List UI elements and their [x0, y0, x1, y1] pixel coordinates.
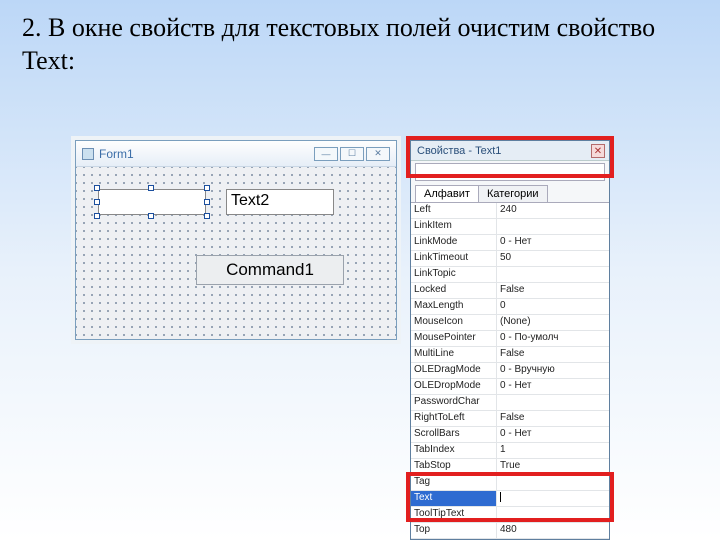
resize-handle[interactable] [148, 185, 154, 191]
property-name: Text [411, 491, 497, 506]
form-design-surface[interactable]: Text2 Command1 [76, 167, 396, 339]
property-name: ScrollBars [411, 427, 497, 442]
property-row[interactable]: TabIndex1 [411, 443, 609, 459]
property-value[interactable] [497, 267, 609, 282]
property-name: OLEDragMode [411, 363, 497, 378]
property-value[interactable]: 1 [497, 443, 609, 458]
property-grid[interactable]: Left240LinkItemLinkMode0 - НетLinkTimeou… [411, 202, 609, 539]
tab-categories[interactable]: Категории [478, 185, 548, 202]
property-name: MaxLength [411, 299, 497, 314]
property-name: LinkTimeout [411, 251, 497, 266]
property-row[interactable]: LinkTimeout50 [411, 251, 609, 267]
property-value[interactable] [497, 219, 609, 234]
property-name: ToolTipText [411, 507, 497, 522]
property-value[interactable]: 50 [497, 251, 609, 266]
property-row[interactable]: OLEDropMode0 - Нет [411, 379, 609, 395]
property-row[interactable]: TabStopTrue [411, 459, 609, 475]
property-value[interactable]: (None) [497, 315, 609, 330]
property-value[interactable] [497, 475, 609, 490]
property-value[interactable]: 0 [497, 299, 609, 314]
properties-close-button[interactable]: ✕ [591, 144, 605, 158]
property-row[interactable]: Left240 [411, 203, 609, 219]
textbox-text1[interactable] [98, 189, 206, 215]
properties-title-text: Свойства - Text1 [417, 145, 501, 157]
form-caption: Form1 [99, 147, 309, 161]
object-selector[interactable] [415, 163, 605, 181]
close-button[interactable]: ✕ [366, 147, 390, 161]
property-value[interactable] [497, 507, 609, 522]
maximize-button[interactable]: ☐ [340, 147, 364, 161]
slide-title: 2. В окне свойств для текстовых полей оч… [22, 12, 698, 77]
property-value[interactable]: 0 - Вручную [497, 363, 609, 378]
form-icon [82, 148, 94, 160]
property-row[interactable]: Top480 [411, 523, 609, 539]
property-name: LinkMode [411, 235, 497, 250]
property-name: Tag [411, 475, 497, 490]
property-value[interactable]: 0 - Нет [497, 379, 609, 394]
property-value[interactable]: False [497, 347, 609, 362]
property-name: RightToLeft [411, 411, 497, 426]
property-name: TabIndex [411, 443, 497, 458]
property-name: Left [411, 203, 497, 218]
resize-handle[interactable] [94, 213, 100, 219]
property-name: Locked [411, 283, 497, 298]
property-name: MouseIcon [411, 315, 497, 330]
property-row[interactable]: MultiLineFalse [411, 347, 609, 363]
property-row[interactable]: LockedFalse [411, 283, 609, 299]
properties-panel: Свойства - Text1 ✕ Алфавит Категории Lef… [410, 140, 610, 540]
property-row[interactable]: MaxLength0 [411, 299, 609, 315]
property-value[interactable]: 0 - Нет [497, 427, 609, 442]
property-row[interactable]: MousePointer0 - По-умолч [411, 331, 609, 347]
property-value[interactable]: 0 - Нет [497, 235, 609, 250]
resize-handle[interactable] [148, 213, 154, 219]
property-name: MousePointer [411, 331, 497, 346]
resize-handle[interactable] [204, 185, 210, 191]
property-row[interactable]: Tag [411, 475, 609, 491]
property-value[interactable]: 480 [497, 523, 609, 538]
button-command1[interactable]: Command1 [196, 255, 344, 285]
property-row[interactable]: LinkItem [411, 219, 609, 235]
properties-title: Свойства - Text1 ✕ [411, 141, 609, 161]
resize-handle[interactable] [204, 199, 210, 205]
property-row[interactable]: LinkMode0 - Нет [411, 235, 609, 251]
property-row[interactable]: Text [411, 491, 609, 507]
property-row[interactable]: ToolTipText [411, 507, 609, 523]
property-row[interactable]: LinkTopic [411, 267, 609, 283]
tab-alphabet[interactable]: Алфавит [415, 185, 479, 202]
property-value[interactable]: False [497, 411, 609, 426]
textbox-text2[interactable]: Text2 [226, 189, 334, 215]
form-designer-window: Form1 — ☐ ✕ Text2 Command1 [75, 140, 397, 340]
resize-handle[interactable] [204, 213, 210, 219]
property-value[interactable]: False [497, 283, 609, 298]
property-name: PasswordChar [411, 395, 497, 410]
property-value[interactable]: True [497, 459, 609, 474]
property-value[interactable] [497, 491, 609, 506]
resize-handle[interactable] [94, 185, 100, 191]
property-name: Top [411, 523, 497, 538]
property-row[interactable]: OLEDragMode0 - Вручную [411, 363, 609, 379]
property-name: TabStop [411, 459, 497, 474]
property-row[interactable]: ScrollBars0 - Нет [411, 427, 609, 443]
property-value[interactable]: 0 - По-умолч [497, 331, 609, 346]
property-name: LinkTopic [411, 267, 497, 282]
form-titlebar[interactable]: Form1 — ☐ ✕ [76, 141, 396, 167]
property-row[interactable]: RightToLeftFalse [411, 411, 609, 427]
property-value[interactable] [497, 395, 609, 410]
property-value[interactable]: 240 [497, 203, 609, 218]
property-row[interactable]: PasswordChar [411, 395, 609, 411]
minimize-button[interactable]: — [314, 147, 338, 161]
properties-tabs: Алфавит Категории [411, 183, 609, 202]
property-name: MultiLine [411, 347, 497, 362]
property-name: LinkItem [411, 219, 497, 234]
property-name: OLEDropMode [411, 379, 497, 394]
resize-handle[interactable] [94, 199, 100, 205]
property-row[interactable]: MouseIcon(None) [411, 315, 609, 331]
